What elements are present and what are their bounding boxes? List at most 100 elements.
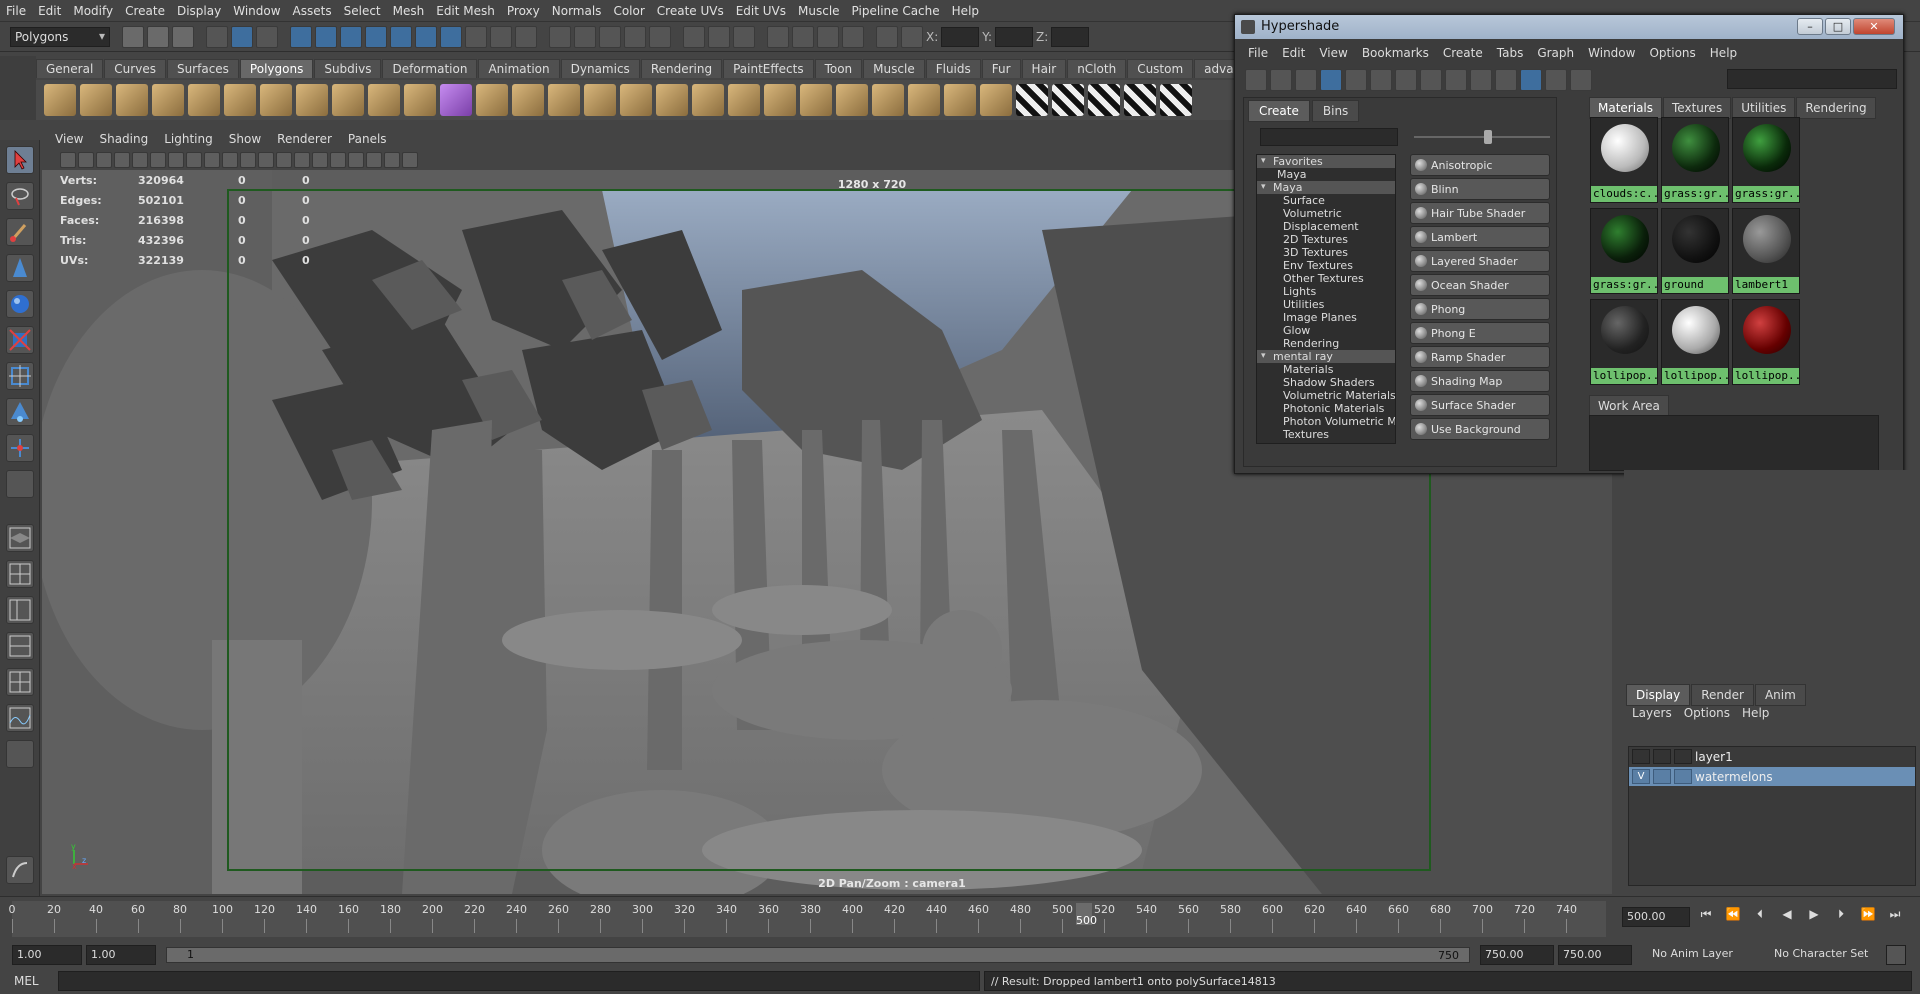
tree-item-mr-textures[interactable]: Textures (1257, 428, 1395, 441)
poly-sphere-icon[interactable] (44, 84, 76, 116)
shelf-tab-custom[interactable]: Custom (1127, 59, 1194, 78)
step-forward-frame-icon[interactable]: ⏵ (1829, 907, 1853, 927)
material-swatch[interactable]: lollipop... (1732, 299, 1800, 385)
grid-icon[interactable] (132, 152, 148, 168)
image-plane-icon[interactable] (114, 152, 130, 168)
z-field[interactable] (1051, 26, 1090, 47)
ipr-render-icon[interactable] (817, 25, 839, 48)
play-forwards-icon[interactable]: ▶ (1802, 907, 1826, 927)
menu-edit-mesh[interactable]: Edit Mesh (430, 4, 501, 18)
end-time-field[interactable]: 750.00 (1558, 945, 1632, 965)
layer-menu-layers[interactable]: Layers (1632, 706, 1672, 720)
shelf-tab-surfaces[interactable]: Surfaces (166, 59, 239, 78)
hs-menu-file[interactable]: File (1241, 46, 1275, 60)
hs-menu-create[interactable]: Create (1436, 46, 1490, 60)
mel-label[interactable]: MEL (14, 974, 39, 988)
snap-live-icon[interactable] (649, 25, 671, 48)
shelf-tab-toon[interactable]: Toon (814, 59, 863, 78)
menu-muscle[interactable]: Muscle (792, 4, 846, 18)
split-polygon-icon[interactable] (584, 84, 616, 116)
shelf-tab-dynamics[interactable]: Dynamics (560, 59, 640, 78)
persp-graph-layout-icon[interactable] (6, 668, 34, 696)
universal-manipulator-icon[interactable] (6, 362, 34, 390)
poly-pyramid-icon[interactable] (260, 84, 292, 116)
node-blinn[interactable]: Blinn (1410, 178, 1550, 200)
tree-item-displacement[interactable]: Displacement (1257, 220, 1395, 233)
checker-icon[interactable] (1016, 84, 1048, 116)
tab-textures[interactable]: Textures (1663, 97, 1732, 119)
cylindrical-mapping-icon[interactable] (872, 84, 904, 116)
select-hierarchy-icon[interactable] (206, 25, 228, 48)
node-ramp-shader[interactable]: Ramp Shader (1410, 346, 1550, 368)
hs-menu-window[interactable]: Window (1581, 46, 1642, 60)
step-forward-key-icon[interactable]: ⏩ (1856, 907, 1880, 927)
offset-edge-loop-icon[interactable] (656, 84, 688, 116)
tree-item-other-textures[interactable]: Other Textures (1257, 272, 1395, 285)
scale-tool-icon[interactable] (6, 326, 34, 354)
tree-item-utilities[interactable]: Utilities (1257, 298, 1395, 311)
input-line-icon[interactable] (876, 25, 898, 48)
auto-key-icon[interactable] (1886, 945, 1906, 965)
shelf-tab-general[interactable]: General (36, 59, 104, 78)
node-lambert[interactable]: Lambert (1410, 226, 1550, 248)
shelf-tab-polygons[interactable]: Polygons (239, 59, 314, 78)
paint-tool-icon[interactable] (6, 856, 34, 884)
go-to-end-icon[interactable]: ⏭ (1883, 907, 1907, 927)
render-current-icon[interactable] (792, 25, 814, 48)
menu-set-dropdown[interactable]: Polygons (10, 26, 110, 47)
node-layered-shader[interactable]: Layered Shader (1410, 250, 1550, 272)
bookmark-icon[interactable] (96, 152, 112, 168)
range-bar[interactable]: 1 750 (166, 947, 1470, 963)
menu-help[interactable]: Help (946, 4, 985, 18)
film-gate-icon[interactable] (150, 152, 166, 168)
tree-item-mr-photonic-materials[interactable]: Photonic Materials (1257, 402, 1395, 415)
automatic-mapping-icon[interactable] (944, 84, 976, 116)
planar-mapping-icon[interactable] (836, 84, 868, 116)
mask-surfaces-icon[interactable] (365, 25, 387, 48)
graph-upstream-icon[interactable] (1370, 69, 1392, 91)
mask-rendering-icon[interactable] (440, 25, 462, 48)
close-icon[interactable]: ✕ (1853, 18, 1895, 35)
hs-menu-graph[interactable]: Graph (1530, 46, 1581, 60)
go-to-start-icon[interactable]: ⏮ (1694, 907, 1718, 927)
save-scene-icon[interactable] (172, 25, 194, 48)
move-tool-icon[interactable] (6, 254, 34, 282)
snap-grid-icon[interactable] (549, 25, 571, 48)
in-out-connections-icon[interactable] (1495, 69, 1517, 91)
rotate-tool-icon[interactable] (6, 290, 34, 318)
hypershade-titlebar[interactable]: Hypershade – □ ✕ (1235, 15, 1903, 39)
mask-misc-icon[interactable] (465, 25, 487, 48)
menu-assets[interactable]: Assets (287, 4, 338, 18)
bridge-icon[interactable] (512, 84, 544, 116)
snap-plane-icon[interactable] (624, 25, 646, 48)
isolate-select-icon[interactable] (348, 152, 364, 168)
hs-menu-edit[interactable]: Edit (1275, 46, 1312, 60)
transform-mode-icon[interactable] (901, 25, 923, 48)
step-back-key-icon[interactable]: ⏪ (1721, 907, 1745, 927)
poly-pipe-icon[interactable] (296, 84, 328, 116)
hs-menu-bookmarks[interactable]: Bookmarks (1355, 46, 1436, 60)
tree-item-surface[interactable]: Surface (1257, 194, 1395, 207)
menu-create[interactable]: Create (119, 4, 171, 18)
menu-modify[interactable]: Modify (67, 4, 119, 18)
node-use-background[interactable]: Use Background (1410, 418, 1550, 440)
layer-row[interactable]: layer1 (1629, 747, 1915, 766)
material-swatch[interactable]: grass:gr... (1732, 117, 1800, 203)
shelf-tab-subdivs[interactable]: Subdivs (314, 59, 382, 78)
select-tool-icon[interactable] (6, 146, 34, 174)
poly-boolean-icon[interactable] (440, 84, 472, 116)
camera-attributes-icon[interactable] (78, 152, 94, 168)
work-area-canvas[interactable] (1589, 415, 1879, 471)
menu-edit[interactable]: Edit (32, 4, 67, 18)
show-both-tabs-icon[interactable] (1320, 69, 1342, 91)
tree-item-env-textures[interactable]: Env Textures (1257, 259, 1395, 272)
show-bottom-tabs-icon[interactable] (1295, 69, 1317, 91)
poly-cone-icon[interactable] (152, 84, 184, 116)
tree-item-mental-ray[interactable]: mental ray (1257, 350, 1395, 363)
render-view-icon[interactable] (767, 25, 789, 48)
menu-file[interactable]: File (0, 4, 32, 18)
tab-rendering[interactable]: Rendering (1796, 97, 1876, 119)
tree-item-glow[interactable]: Glow (1257, 324, 1395, 337)
visibility-toggle[interactable] (1632, 749, 1650, 764)
xray-icon[interactable] (366, 152, 382, 168)
